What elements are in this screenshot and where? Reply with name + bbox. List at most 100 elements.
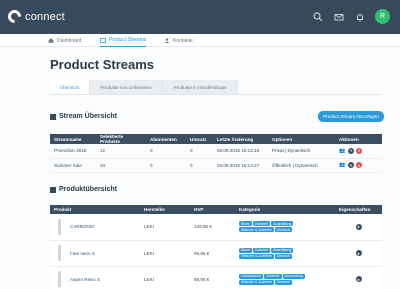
table-row[interactable]: Sommer Sale 34 0 0 03.08.2015 16:14:27 Ö… [50, 158, 382, 173]
home-icon [48, 38, 54, 43]
category-tag[interactable]: Ausrüstung [282, 273, 305, 279]
column-header[interactable]: Streamname [50, 134, 96, 144]
nav-item-label: Kontakte [173, 37, 193, 44]
user-avatar[interactable]: R [375, 9, 390, 24]
nav-item-label: Product Streams [109, 37, 147, 43]
users-icon[interactable]: 👥 [339, 148, 346, 154]
tab-uebersicht[interactable]: Übersicht [50, 80, 90, 94]
subscribers: 0 [146, 144, 186, 159]
properties-icon[interactable]: ● [355, 276, 362, 282]
add-product-stream-button[interactable]: Product Stream hinzufügen [318, 111, 384, 122]
category-tag[interactable]: Ausrüstung [271, 247, 294, 253]
mail-icon[interactable] [333, 11, 345, 23]
product-name[interactable]: Aspen Retro S [70, 277, 100, 282]
logo[interactable]: connect [5, 7, 65, 26]
category-tag[interactable]: Zubehör [252, 221, 271, 227]
nav-item-product-streams[interactable]: Product Streams [100, 34, 147, 47]
column-header: Aktionen [335, 134, 382, 144]
search-icon[interactable] [312, 11, 324, 23]
actions-cell: 👥 ✎ ✕ [335, 158, 382, 173]
users-icon[interactable]: 👥 [339, 162, 346, 168]
category-tag[interactable]: Deutsch [274, 227, 292, 233]
column-header[interactable]: Umsatz [186, 134, 213, 144]
product-image [54, 217, 64, 237]
price: 149,95 € [190, 214, 235, 241]
contacts-icon [164, 38, 170, 43]
price: 99,95 € [190, 240, 235, 267]
stream-name[interactable]: Sommer Sale [50, 158, 96, 173]
edit-icon[interactable]: ✎ [348, 147, 354, 154]
last-changed: 03.08.2015 16:14:10 [213, 144, 268, 159]
properties-cell: ● [335, 214, 382, 241]
product-name[interactable]: CARBONIO [70, 224, 95, 229]
properties-icon[interactable]: ● [355, 250, 362, 256]
delete-icon[interactable]: ✕ [356, 162, 362, 168]
subscribers: 0 [146, 158, 186, 173]
category-cell: Bikes Zubehör Ausrüstung Wäsche & Zubehö… [235, 214, 335, 241]
column-header[interactable]: Produkt [50, 205, 140, 214]
column-header[interactable]: Letzte Änderung [213, 134, 268, 144]
connect-logo-icon [5, 7, 24, 26]
section-icon [50, 186, 56, 193]
edit-icon[interactable]: ✎ [348, 162, 354, 168]
nav-item-label: Dashboard [57, 37, 82, 44]
column-header[interactable]: Selektierte Produkte [96, 134, 146, 144]
stream-icon [100, 37, 106, 43]
stream-table: Streamname Selektierte Produkte Abonnent… [50, 134, 382, 173]
section-title-products: Produktübersicht [50, 186, 117, 193]
column-header[interactable]: Kategorie [235, 205, 335, 214]
category-cell: Bikes Zubehör Ausrüstung Wäsche & Zubehö… [235, 240, 335, 267]
revenue: 0 [186, 158, 213, 173]
column-header[interactable]: HVP [190, 205, 235, 214]
column-header[interactable]: Optionen [268, 134, 335, 144]
category-tag[interactable]: Bikes [239, 247, 252, 253]
options: Öffentlich | Dynamisch [268, 158, 335, 173]
category-tag[interactable]: Zubehör [252, 247, 271, 253]
manufacturer: LEKI [140, 214, 190, 241]
category-tag[interactable]: Handschuhe [239, 273, 264, 279]
brand-name: connect [25, 10, 65, 23]
tab-produkte-haendlershops[interactable]: Produkte in Händlershops [163, 80, 238, 94]
product-image [54, 269, 64, 289]
product-cell: Aspen Retro S [50, 266, 140, 289]
options: Privat | Dynamisch [268, 144, 335, 159]
category-tag[interactable]: Deutsch [274, 279, 292, 285]
tab-produkte-lieferanten[interactable]: Produkte von Lieferanten [90, 80, 163, 94]
category-tag[interactable]: Wäsche & Zubehör [239, 227, 274, 233]
selected-products: 12 [96, 144, 146, 159]
table-row[interactable]: Fast Vario S LEKI 99,95 € Bikes Zubehör … [50, 240, 382, 267]
nav-item-kontakte[interactable]: Kontakte [164, 34, 193, 47]
category-tag[interactable]: Ausrüstung [271, 221, 294, 227]
table-row[interactable]: Aspen Retro S LEKI 89,95 € Handschuhe Zu… [50, 266, 382, 289]
main-nav: Dashboard Product Streams Kontakte [0, 34, 400, 47]
stream-name[interactable]: Promotion 2015 [50, 144, 96, 159]
table-row[interactable]: CARBONIO LEKI 149,95 € Bikes Zubehör Aus… [50, 214, 382, 241]
category-tag[interactable]: Bikes [239, 221, 252, 227]
column-header[interactable]: Abonnenten [146, 134, 186, 144]
tab-divider [50, 94, 382, 95]
top-bar: connect R [0, 0, 400, 34]
category-tag[interactable]: Wäsche & Zubehör [239, 279, 274, 285]
manufacturer: LEKI [140, 240, 190, 267]
product-cell: Fast Vario S [50, 240, 140, 267]
bell-icon[interactable] [354, 11, 366, 23]
table-row[interactable]: Promotion 2015 12 0 0 03.08.2015 16:14:1… [50, 144, 382, 159]
delete-icon[interactable]: ✕ [356, 147, 362, 154]
section-icon [50, 113, 56, 120]
revenue: 0 [186, 144, 213, 159]
category-tag[interactable]: Deutsch [274, 253, 292, 259]
properties-icon[interactable]: ● [355, 223, 362, 230]
tab-bar: Übersicht Produkte von Lieferanten Produ… [50, 80, 238, 94]
nav-item-dashboard[interactable]: Dashboard [48, 34, 81, 47]
column-header: Eigenschaften [335, 205, 382, 214]
category-tag[interactable]: Zubehör [264, 273, 282, 279]
product-name[interactable]: Fast Vario S [70, 251, 95, 256]
column-header[interactable]: Hersteller [140, 205, 190, 214]
selected-products: 34 [96, 158, 146, 173]
category-cell: Handschuhe Zubehör Ausrüstung Wäsche & Z… [235, 266, 335, 289]
section-title-text: Produktübersicht [59, 186, 117, 193]
page-title: Product Streams [50, 57, 155, 72]
category-tag[interactable]: Wäsche & Zubehör [239, 253, 274, 259]
section-title-text: Stream Übersicht [59, 113, 117, 120]
properties-cell: ● [335, 266, 382, 289]
